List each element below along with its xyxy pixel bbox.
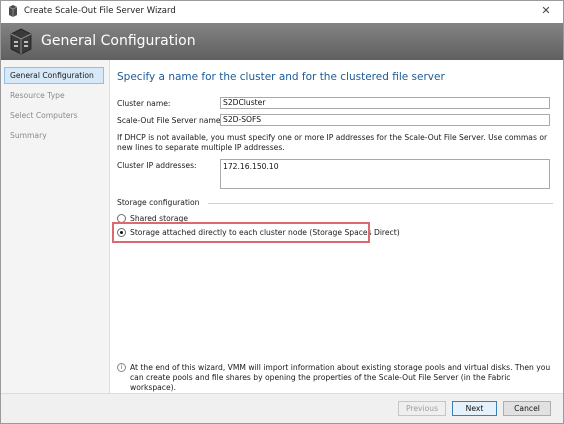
server-cluster-icon xyxy=(10,28,32,55)
sofs-name-label: Scale-Out File Server name: xyxy=(117,116,224,125)
section-heading: Specify a name for the cluster and for t… xyxy=(117,71,445,83)
group-divider xyxy=(208,203,553,204)
cluster-name-label: Cluster name: xyxy=(117,99,171,108)
app-icon xyxy=(8,5,18,17)
sidebar-item-resource-type[interactable]: Resource Type xyxy=(4,87,104,104)
storage-configuration-title: Storage configuration xyxy=(117,198,200,207)
previous-button[interactable]: Previous xyxy=(398,401,446,416)
sofs-name-input[interactable]: S2D-SOFS xyxy=(220,114,550,126)
close-button[interactable]: ✕ xyxy=(533,2,559,20)
close-icon: ✕ xyxy=(541,4,551,17)
dhcp-info-text: If DHCP is not available, you must speci… xyxy=(117,133,548,152)
wizard-header: General Configuration xyxy=(1,23,563,60)
selection-highlight-box xyxy=(112,222,370,243)
sidebar-item-summary[interactable]: Summary xyxy=(4,127,104,144)
wizard-note: At the end of this wizard, VMM will impo… xyxy=(130,363,551,392)
wizard-steps-sidebar: General Configuration Resource Type Sele… xyxy=(1,60,110,393)
sidebar-item-select-computers[interactable]: Select Computers xyxy=(4,107,104,124)
cluster-ip-label: Cluster IP addresses: xyxy=(117,161,197,170)
info-icon: i xyxy=(117,363,126,372)
cluster-name-input[interactable]: S2DCluster xyxy=(220,97,550,109)
title-bar: Create Scale-Out File Server Wizard ✕ xyxy=(1,1,563,23)
sidebar-item-general-configuration[interactable]: General Configuration xyxy=(4,67,104,84)
cluster-ip-textarea[interactable]: 172.16.150.10 xyxy=(220,159,550,189)
cancel-button[interactable]: Cancel xyxy=(503,401,551,416)
next-button[interactable]: Next xyxy=(452,401,497,416)
wizard-window: Create Scale-Out File Server Wizard ✕ Ge… xyxy=(0,0,564,424)
wizard-footer: Previous Next Cancel xyxy=(1,393,563,423)
window-title: Create Scale-Out File Server Wizard xyxy=(24,6,176,16)
page-title: General Configuration xyxy=(41,33,196,49)
